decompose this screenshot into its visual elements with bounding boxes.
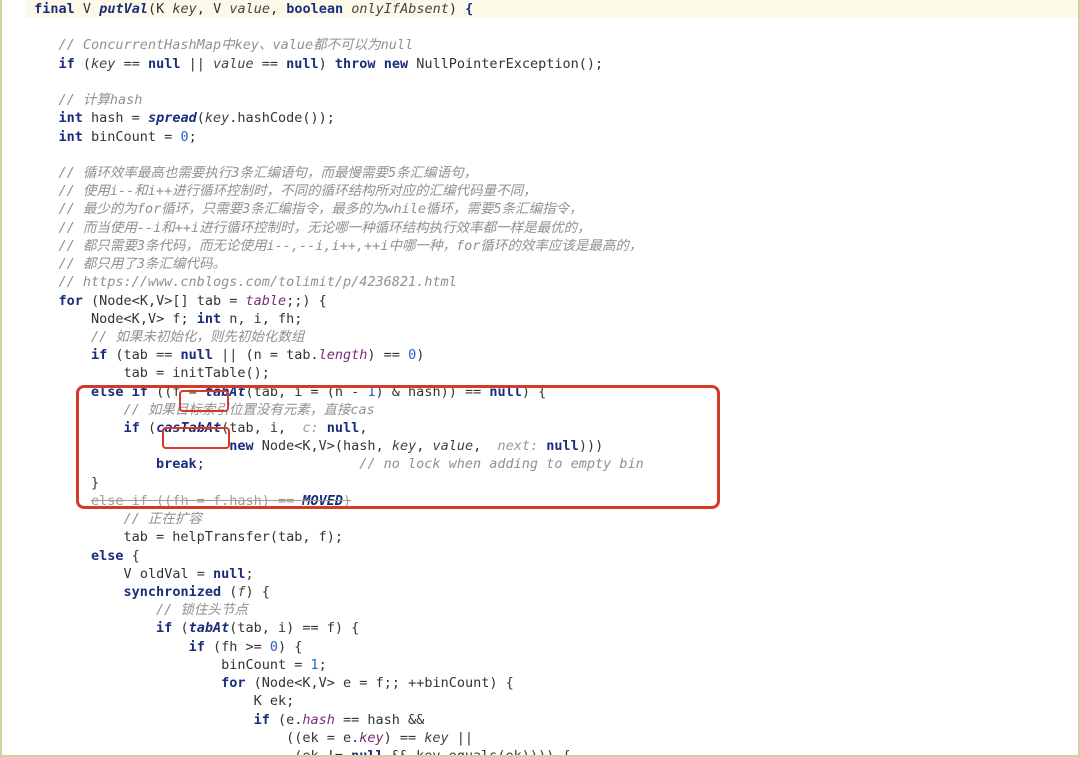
- comment: // 计算hash: [59, 92, 143, 108]
- method-signature: final V putVal(K key, V value, boolean o…: [26, 0, 1078, 18]
- comment: // 锁住头节点: [156, 602, 248, 618]
- code-viewer: final V putVal(K key, V value, boolean o…: [0, 0, 1080, 757]
- comment: // 如果未初始化，则先初始化数组: [91, 329, 304, 345]
- comment: // ConcurrentHashMap中key、value都不可以为null: [59, 37, 414, 53]
- comment: // 如果目标索引位置没有元素，直接cas: [124, 402, 375, 418]
- comment: // 都只用了3条汇编代码。: [59, 256, 227, 272]
- comment: // 最少的为for循环，只需要3条汇编指令，最多的为while循环，需要5条汇…: [59, 201, 583, 217]
- comment: // 正在扩容: [124, 511, 202, 527]
- comment: // 使用i--和i++进行循环控制时，不同的循环结构所对应的汇编代码量不同，: [59, 183, 537, 199]
- comment: // https://www.cnblogs.com/tolimit/p/423…: [59, 274, 457, 290]
- comment: // 而当使用--i和++i进行循环控制时，无论哪一种循环结构执行效率都一样是最…: [59, 220, 591, 236]
- struck-line: else if ((fh = f.hash) == MOVED): [91, 493, 351, 509]
- comment: // 循环效率最高也需要执行3条汇编语句，而最慢需要5条汇编语句，: [59, 165, 478, 181]
- code-block: final V putVal(K key, V value, boolean o…: [2, 0, 1078, 757]
- comment: // no lock when adding to empty bin: [359, 456, 643, 472]
- comment: // 都只需要3条代码，而无论使用i--,--i,i++,++i中哪一种，for…: [59, 238, 643, 254]
